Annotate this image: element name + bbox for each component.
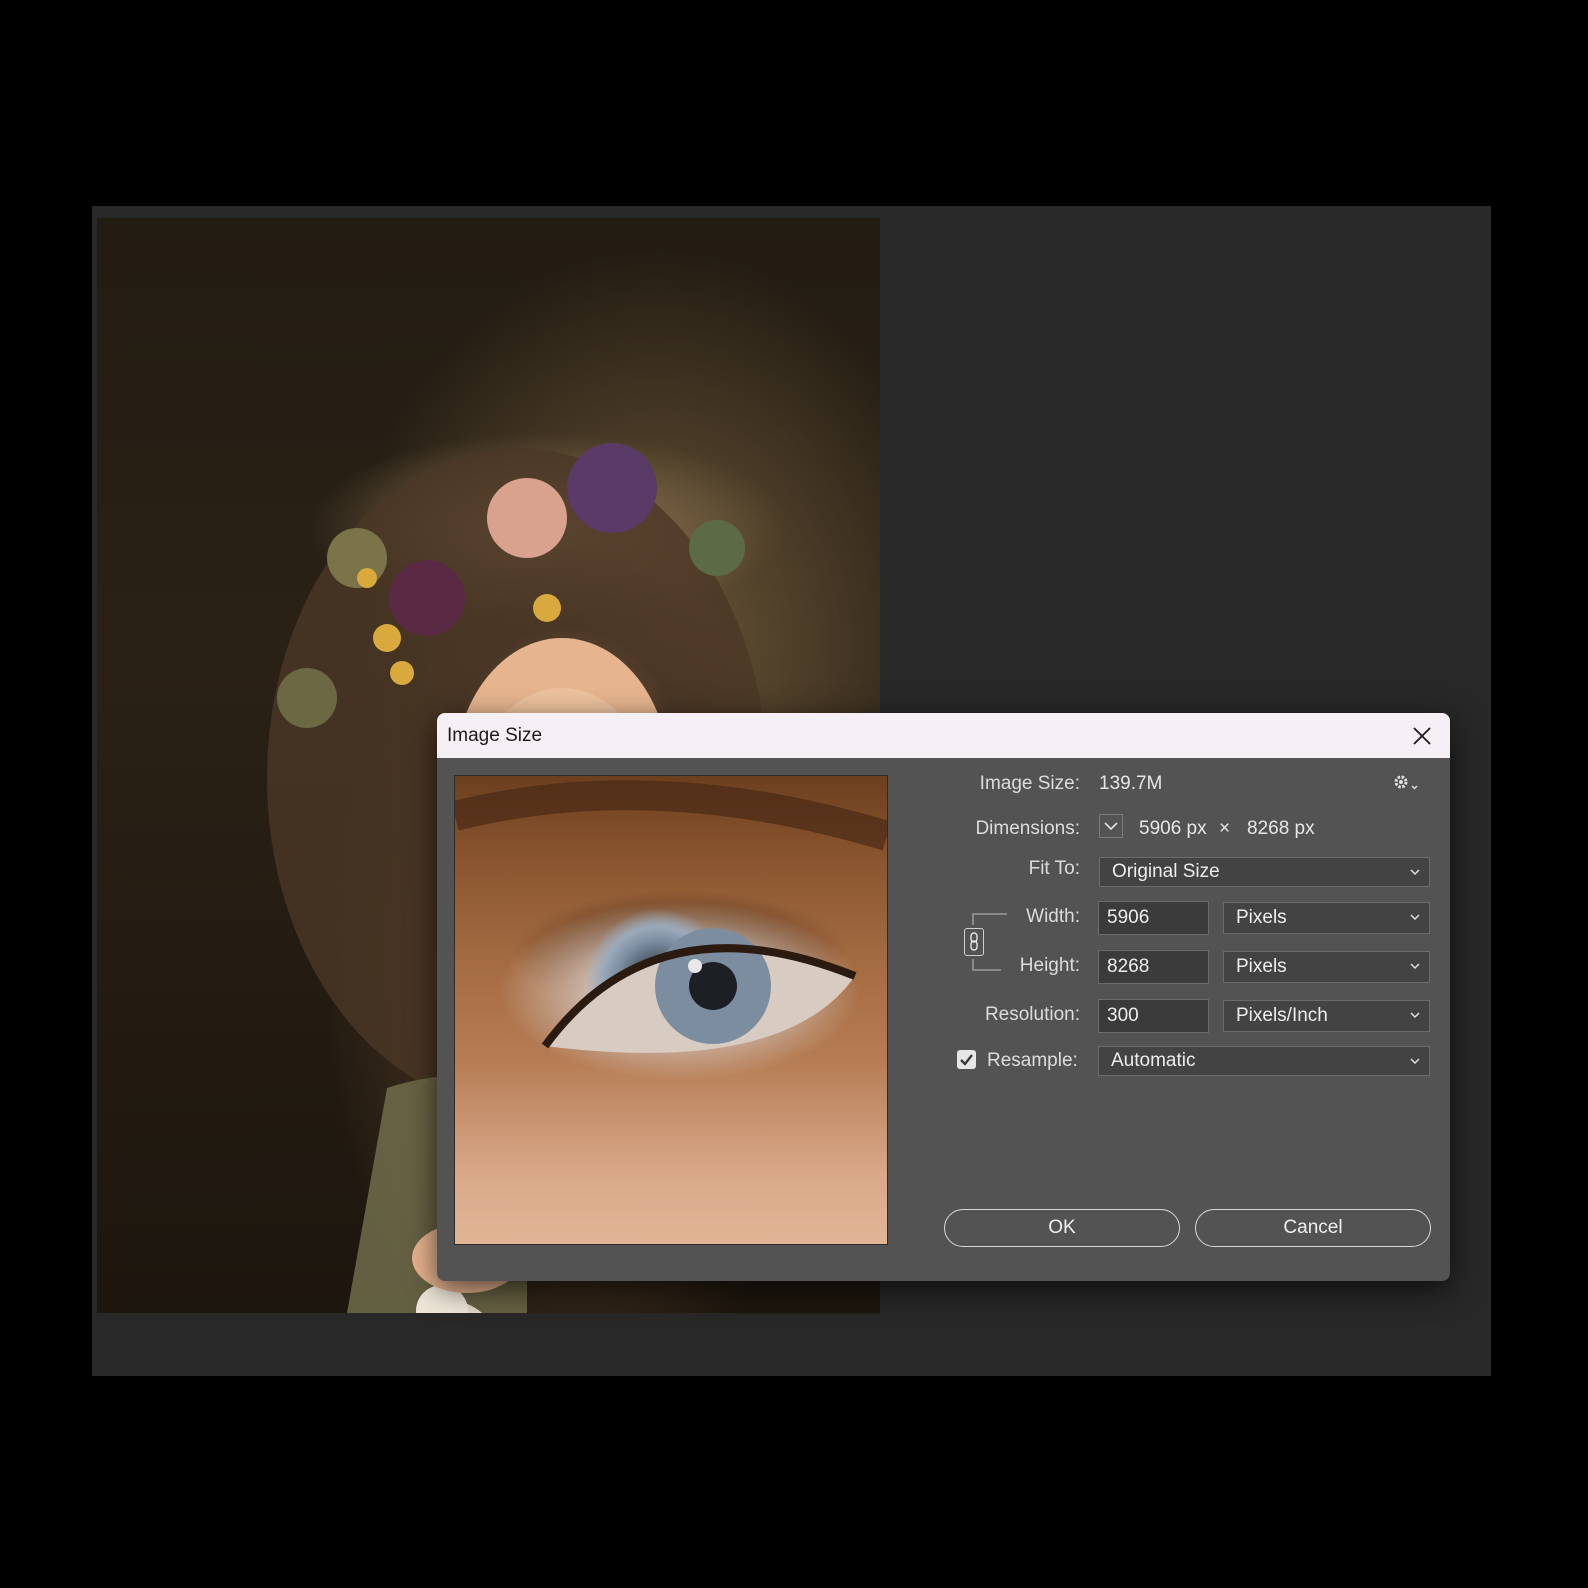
height-input[interactable]: 8268 bbox=[1098, 950, 1209, 984]
fit-to-select[interactable]: Original Size bbox=[1099, 857, 1430, 887]
resolution-unit-select[interactable]: Pixels/Inch bbox=[1223, 1000, 1430, 1032]
dialog-title-bar[interactable]: Image Size bbox=[437, 713, 1450, 758]
resample-label: Resample: bbox=[987, 1050, 1078, 1071]
close-icon bbox=[1413, 726, 1431, 745]
fit-to-label: Fit To: bbox=[1028, 858, 1080, 879]
resolution-label: Resolution: bbox=[984, 1004, 1080, 1025]
dimensions-label: Dimensions: bbox=[975, 818, 1080, 839]
resample-checkbox[interactable] bbox=[957, 1050, 976, 1069]
close-button[interactable] bbox=[1394, 713, 1450, 758]
width-input[interactable]: 5906 bbox=[1098, 901, 1209, 935]
checkmark-icon bbox=[960, 1054, 973, 1066]
constrain-proportions-button[interactable] bbox=[964, 928, 984, 956]
dimensions-height-value: 8268 px bbox=[1247, 818, 1315, 839]
settings-button[interactable] bbox=[1391, 771, 1421, 795]
image-size-value: 139.7M bbox=[1099, 773, 1163, 794]
dialog-title: Image Size bbox=[447, 725, 543, 746]
gear-icon bbox=[1394, 775, 1418, 790]
width-unit-value: Pixels bbox=[1236, 907, 1287, 928]
resolution-unit-value: Pixels/Inch bbox=[1236, 1005, 1328, 1026]
resample-select[interactable]: Automatic bbox=[1098, 1046, 1430, 1076]
width-unit-select[interactable]: Pixels bbox=[1223, 902, 1430, 934]
dimensions-times: × bbox=[1219, 818, 1231, 839]
chevron-down-icon bbox=[1410, 963, 1420, 970]
preview-image[interactable] bbox=[454, 775, 888, 1245]
cancel-button[interactable]: Cancel bbox=[1195, 1209, 1431, 1247]
chevron-down-icon bbox=[1410, 1012, 1420, 1019]
height-label: Height: bbox=[1019, 955, 1080, 976]
link-icon bbox=[970, 932, 978, 951]
fit-to-value: Original Size bbox=[1112, 861, 1220, 882]
resolution-input[interactable]: 300 bbox=[1098, 999, 1209, 1033]
dimensions-width-value: 5906 px bbox=[1139, 818, 1207, 839]
preview-eye-art bbox=[455, 780, 887, 1053]
ok-button[interactable]: OK bbox=[944, 1209, 1180, 1247]
width-label: Width: bbox=[1026, 906, 1080, 927]
dimensions-units-toggle[interactable] bbox=[1099, 814, 1123, 838]
chevron-down-icon bbox=[1410, 1058, 1420, 1065]
height-unit-select[interactable]: Pixels bbox=[1223, 951, 1430, 983]
resample-value: Automatic bbox=[1111, 1050, 1196, 1071]
image-size-dialog: Image Size Image Size: 139.7M Dimensions… bbox=[437, 713, 1450, 1281]
height-unit-value: Pixels bbox=[1236, 956, 1287, 977]
image-size-label: Image Size: bbox=[979, 773, 1080, 794]
chevron-down-icon bbox=[1410, 914, 1420, 921]
chevron-down-icon bbox=[1410, 869, 1420, 876]
chevron-down-icon bbox=[1104, 822, 1118, 831]
